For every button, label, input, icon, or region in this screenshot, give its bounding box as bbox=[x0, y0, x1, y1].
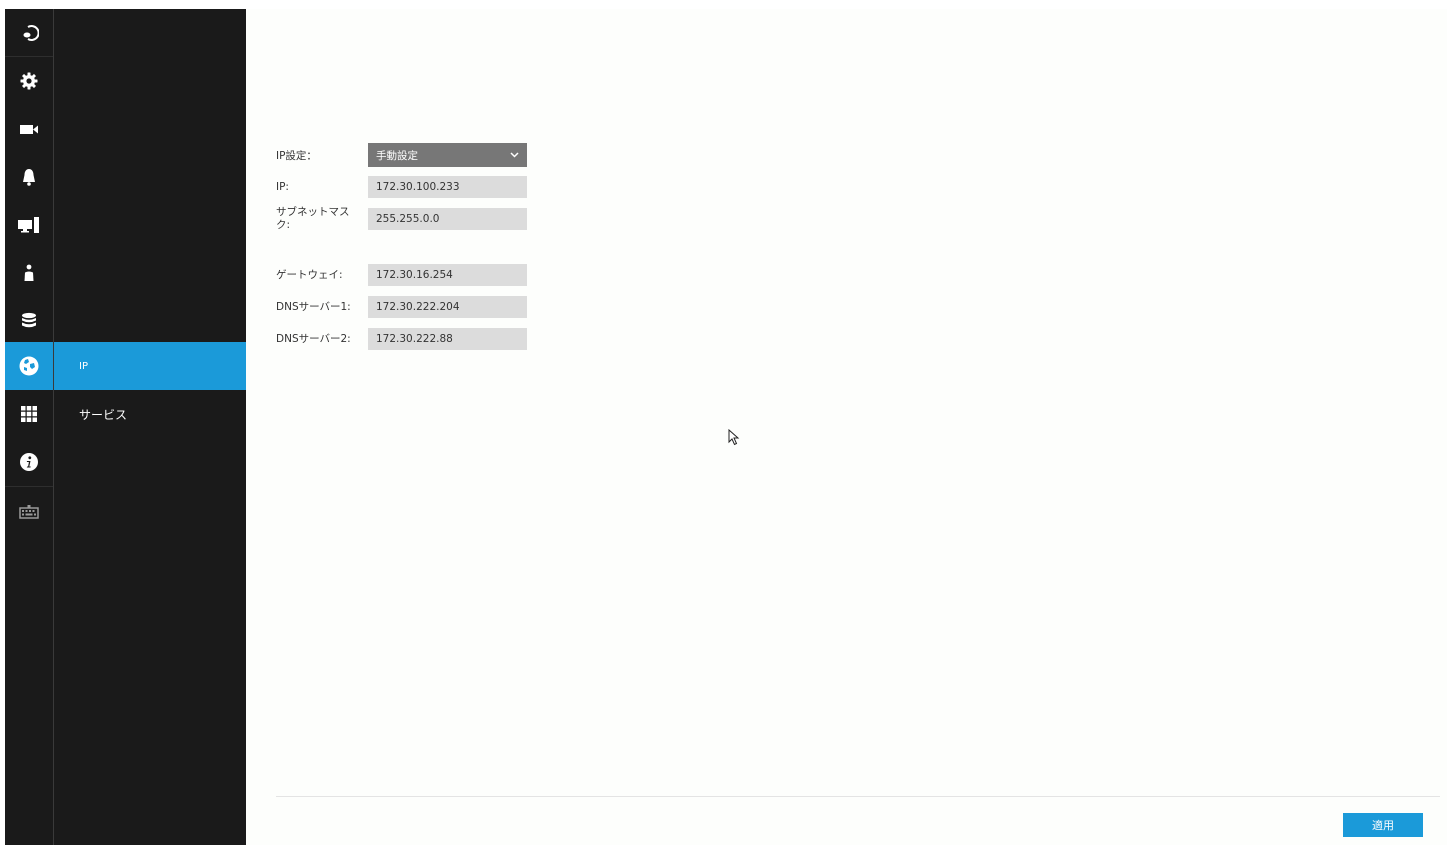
rail-item-info[interactable] bbox=[5, 438, 53, 486]
info-icon bbox=[19, 452, 39, 472]
subnet-mask-label-line2: ク: bbox=[276, 219, 291, 231]
rail-item-media[interactable] bbox=[5, 105, 53, 153]
dns2-field[interactable]: 172.30.222.88 bbox=[368, 328, 527, 350]
rail-item-network[interactable] bbox=[5, 342, 53, 390]
chevron-down-icon bbox=[510, 152, 519, 158]
rail-item-system[interactable] bbox=[5, 390, 53, 438]
database-icon bbox=[19, 311, 39, 331]
rail-item-back[interactable] bbox=[5, 9, 53, 57]
user-icon bbox=[19, 263, 39, 283]
gateway-field[interactable]: 172.30.16.254 bbox=[368, 264, 527, 286]
ip-setting-label: IP設定： bbox=[276, 150, 317, 162]
keyboard-icon bbox=[18, 502, 40, 522]
submenu-item-label: サービス bbox=[79, 407, 128, 422]
subnet-mask-field[interactable]: 255.255.0.0 bbox=[368, 208, 527, 230]
dns2-label: DNSサーバー2: bbox=[276, 333, 351, 345]
submenu-item-ip[interactable]: IP bbox=[54, 342, 246, 390]
ip-address-field[interactable]: 172.30.100.233 bbox=[368, 176, 527, 198]
dns1-label: DNSサーバー1: bbox=[276, 301, 351, 313]
gateway-label: ゲートウェイ: bbox=[276, 269, 343, 281]
rail-separator bbox=[5, 486, 53, 487]
rail-item-storage[interactable] bbox=[5, 297, 53, 345]
rail-item-event[interactable] bbox=[5, 153, 53, 201]
video-camera-icon bbox=[18, 119, 40, 139]
footer-divider bbox=[276, 796, 1440, 797]
rail-item-applications[interactable] bbox=[5, 201, 53, 249]
ip-setting-value: 手動設定 bbox=[376, 149, 418, 162]
ip-setting-select[interactable]: 手動設定 bbox=[368, 143, 527, 167]
apply-button[interactable]: 適用 bbox=[1343, 813, 1423, 837]
ip-address-label: IP: bbox=[276, 181, 289, 193]
monitor-pc-icon bbox=[17, 215, 41, 235]
globe-network-icon bbox=[18, 355, 40, 377]
subnet-mask-label-line1: サブネットマス bbox=[276, 206, 350, 218]
rail-item-user[interactable] bbox=[5, 249, 53, 297]
rail-item-settings[interactable] bbox=[5, 57, 53, 105]
gear-icon bbox=[19, 71, 39, 91]
submenu-item-label: IP bbox=[79, 360, 88, 372]
grid-apps-icon bbox=[19, 404, 39, 424]
submenu-item-service[interactable]: サービス bbox=[54, 390, 246, 438]
bell-icon bbox=[19, 167, 39, 187]
subnet-mask-label: サブネットマス ク: bbox=[276, 206, 350, 232]
back-icon bbox=[19, 23, 39, 43]
dns1-field[interactable]: 172.30.222.204 bbox=[368, 296, 527, 318]
rail-item-keyboard[interactable] bbox=[5, 488, 53, 536]
mouse-cursor-icon bbox=[728, 429, 740, 446]
